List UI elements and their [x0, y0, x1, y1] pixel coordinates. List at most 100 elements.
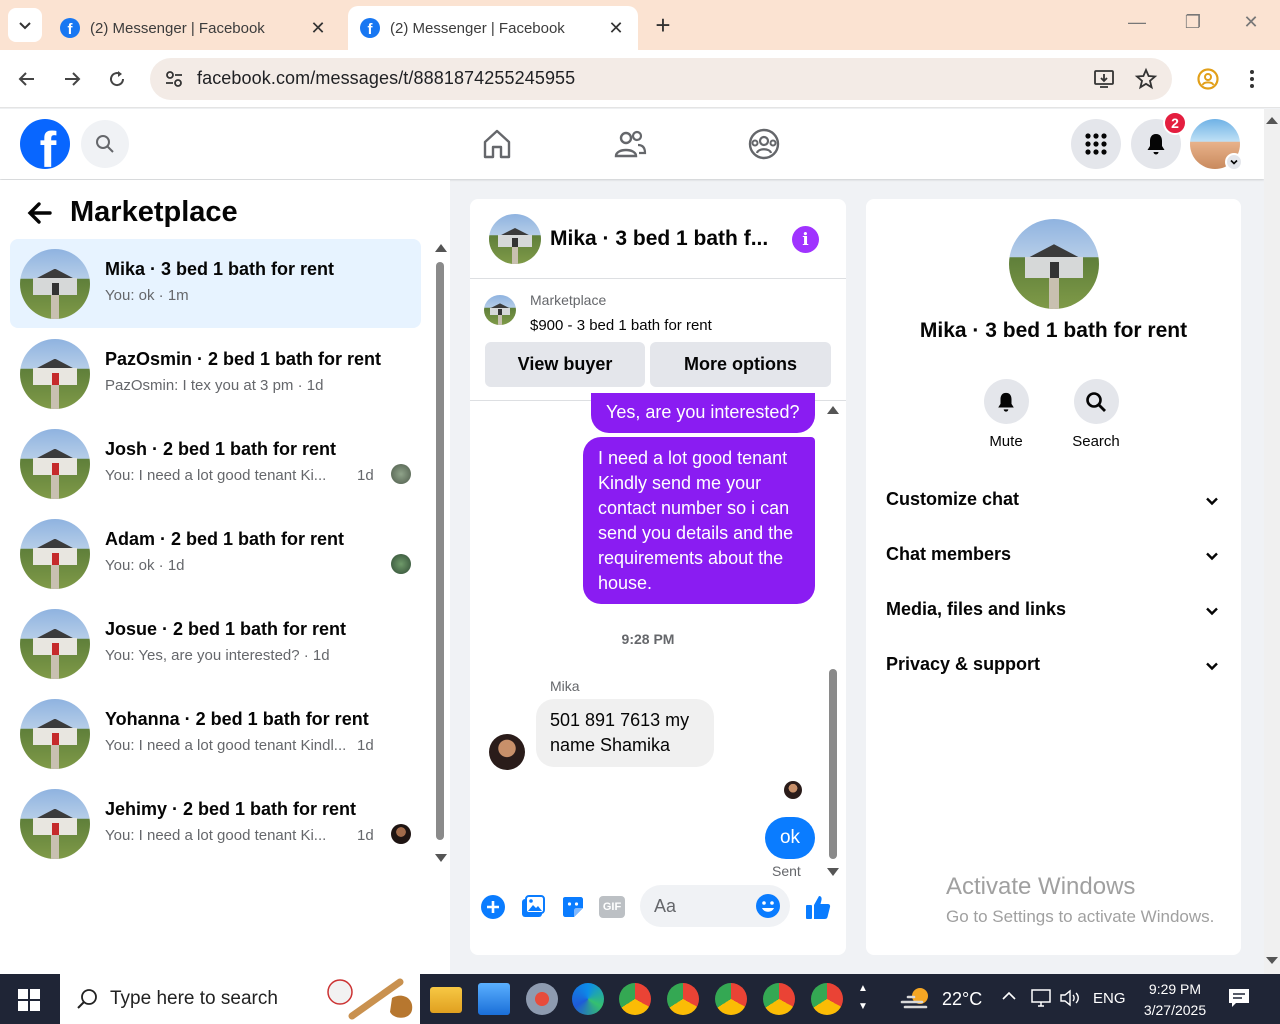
- chat-scrollbar[interactable]: [826, 406, 840, 876]
- scrollbar-thumb[interactable]: [436, 262, 444, 840]
- chrome-icon[interactable]: [763, 983, 795, 1015]
- chat-title[interactable]: Mika · 3 bed 1 bath f...: [550, 227, 768, 251]
- chevron-down-icon: [1206, 497, 1218, 506]
- view-buyer-button[interactable]: View buyer: [485, 342, 645, 387]
- conversation-item-jehimy[interactable]: Jehimy · 2 bed 1 bath for rent You: I ne…: [10, 779, 421, 868]
- privacy-support-row[interactable]: Privacy & support: [886, 654, 1226, 684]
- weather-widget[interactable]: 22°C: [900, 986, 982, 1012]
- reload-icon: [110, 71, 125, 87]
- weather-icon: [900, 988, 928, 1009]
- media-files-links-row[interactable]: Media, files and links: [886, 599, 1226, 629]
- edge-browser-icon[interactable]: [572, 983, 604, 1015]
- mute-button[interactable]: Mute: [971, 379, 1041, 450]
- conversation-item-pazosmin[interactable]: PazOsmin · 2 bed 1 bath for rent PazOsmi…: [10, 329, 421, 418]
- chat-avatar[interactable]: [489, 214, 541, 264]
- incoming-message[interactable]: 501 891 7613 my name Shamika: [536, 699, 714, 767]
- plus-circle-icon[interactable]: [479, 893, 507, 921]
- chevron-up-icon: [1002, 991, 1016, 1000]
- outgoing-message[interactable]: Yes, are you interested?: [591, 393, 815, 433]
- bell-icon: [1147, 134, 1165, 155]
- close-window-button[interactable]: ✕: [1236, 12, 1266, 33]
- message-input[interactable]: Aa: [640, 885, 790, 927]
- chrome-icon[interactable]: [619, 983, 651, 1015]
- close-tab-icon[interactable]: ✕: [606, 18, 626, 39]
- facebook-search-button[interactable]: [81, 120, 129, 168]
- close-tab-icon[interactable]: ✕: [308, 18, 328, 39]
- chevron-down-icon: [1206, 552, 1218, 561]
- arrow-left-icon[interactable]: [24, 197, 56, 229]
- listing-title[interactable]: $900 - 3 bed 1 bath for rent: [530, 317, 712, 334]
- seen-avatar: [784, 781, 802, 799]
- scrollbar-thumb[interactable]: [829, 669, 837, 859]
- back-button[interactable]: [12, 64, 42, 94]
- customize-chat-row[interactable]: Customize chat: [886, 489, 1226, 519]
- restore-button[interactable]: ❐: [1178, 12, 1208, 33]
- address-bar[interactable]: facebook.com/messages/t/8881874255245955: [150, 58, 1172, 100]
- photo-icon[interactable]: [519, 893, 547, 921]
- conversation-item-adam[interactable]: Adam · 2 bed 1 bath for rent You: ok · 1…: [10, 509, 421, 598]
- computer-app-icon[interactable]: [478, 983, 510, 1015]
- chevron-down-icon: [19, 22, 31, 30]
- search-in-conversation-button[interactable]: Search: [1061, 379, 1131, 450]
- gif-icon[interactable]: GIF: [599, 896, 625, 918]
- windows-start-icon[interactable]: [18, 989, 40, 1011]
- thumbs-up-icon[interactable]: [804, 893, 832, 921]
- chrome-icon[interactable]: [715, 983, 747, 1015]
- forward-button[interactable]: [57, 64, 87, 94]
- chat-panel: Mika · 3 bed 1 bath f... i Marketplace $…: [470, 199, 846, 955]
- conversation-profile-avatar[interactable]: [1009, 219, 1099, 309]
- menu-button[interactable]: [1071, 119, 1121, 169]
- bookmark-star-icon[interactable]: [1134, 67, 1158, 91]
- sticker-icon[interactable]: [559, 893, 587, 921]
- account-chevron-icon[interactable]: [1225, 153, 1243, 171]
- page-scrollbar[interactable]: [1264, 109, 1280, 974]
- groups-icon[interactable]: [746, 126, 782, 162]
- taskbar-search-box[interactable]: Type here to search: [60, 974, 420, 1024]
- conversation-item-yohanna[interactable]: Yohanna · 2 bed 1 bath for rent You: I n…: [10, 689, 421, 778]
- volume-icon[interactable]: [1058, 988, 1082, 1008]
- conversation-item-mika[interactable]: Mika · 3 bed 1 bath for rent You: ok · 1…: [10, 239, 421, 328]
- conversation-preview: PazOsmin: I tex you at 3 pm · 1d: [105, 377, 324, 394]
- outgoing-message[interactable]: I need a lot good tenant Kindly send me …: [583, 437, 815, 604]
- profile-icon[interactable]: [1196, 67, 1220, 91]
- chat-members-row[interactable]: Chat members: [886, 544, 1226, 574]
- search-highlight-baseball-icon: [327, 978, 413, 1020]
- site-settings-icon[interactable]: [164, 69, 184, 89]
- conversation-item-josue[interactable]: Josue · 2 bed 1 bath for rent You: Yes, …: [10, 599, 421, 688]
- new-tab-button[interactable]: +: [648, 10, 678, 40]
- snipping-tool-icon[interactable]: [526, 983, 558, 1015]
- arrow-right-icon: [65, 72, 81, 86]
- taskbar-scroll-arrows-icon[interactable]: ▲ ▼: [858, 980, 868, 1016]
- system-clock[interactable]: 9:29 PM 3/27/2025: [1135, 979, 1215, 1021]
- outgoing-message[interactable]: ok: [765, 817, 815, 859]
- browser-tab-2-active[interactable]: f (2) Messenger | Facebook ✕: [348, 6, 638, 50]
- facebook-logo-icon[interactable]: f: [20, 119, 70, 169]
- sender-avatar[interactable]: [489, 734, 525, 770]
- section-label: Media, files and links: [886, 599, 1067, 619]
- home-icon[interactable]: [479, 126, 515, 162]
- language-indicator[interactable]: ENG: [1093, 990, 1126, 1007]
- show-hidden-icons-button[interactable]: [1001, 988, 1017, 1008]
- conversation-preview: You: I need a lot good tenant Kindl...: [105, 737, 347, 754]
- reload-button[interactable]: [102, 64, 132, 94]
- install-app-icon[interactable]: [1092, 67, 1116, 91]
- tab-search-button[interactable]: [8, 8, 42, 42]
- browser-menu-icon[interactable]: [1242, 67, 1262, 91]
- friends-icon[interactable]: [612, 126, 648, 162]
- more-options-button[interactable]: More options: [650, 342, 831, 387]
- info-icon[interactable]: i: [792, 226, 819, 253]
- listing-thumbnail[interactable]: [484, 295, 516, 325]
- chrome-icon[interactable]: [811, 983, 843, 1015]
- browser-tab-1[interactable]: f (2) Messenger | Facebook ✕: [48, 6, 340, 50]
- conversation-list-scrollbar[interactable]: [434, 244, 447, 864]
- chrome-icon[interactable]: [667, 983, 699, 1015]
- network-icon[interactable]: [1030, 988, 1052, 1008]
- conversation-item-josh[interactable]: Josh · 2 bed 1 bath for rent You: I need…: [10, 419, 421, 508]
- conversation-preview: You: I need a lot good tenant Ki...: [105, 467, 327, 484]
- notification-center-icon[interactable]: [1228, 988, 1250, 1008]
- facebook-favicon-icon: f: [360, 18, 380, 38]
- emoji-icon[interactable]: [755, 893, 781, 919]
- conversation-preview: You: I need a lot good tenant Ki...: [105, 827, 327, 844]
- minimize-button[interactable]: —: [1122, 12, 1152, 33]
- file-explorer-icon[interactable]: [430, 987, 462, 1013]
